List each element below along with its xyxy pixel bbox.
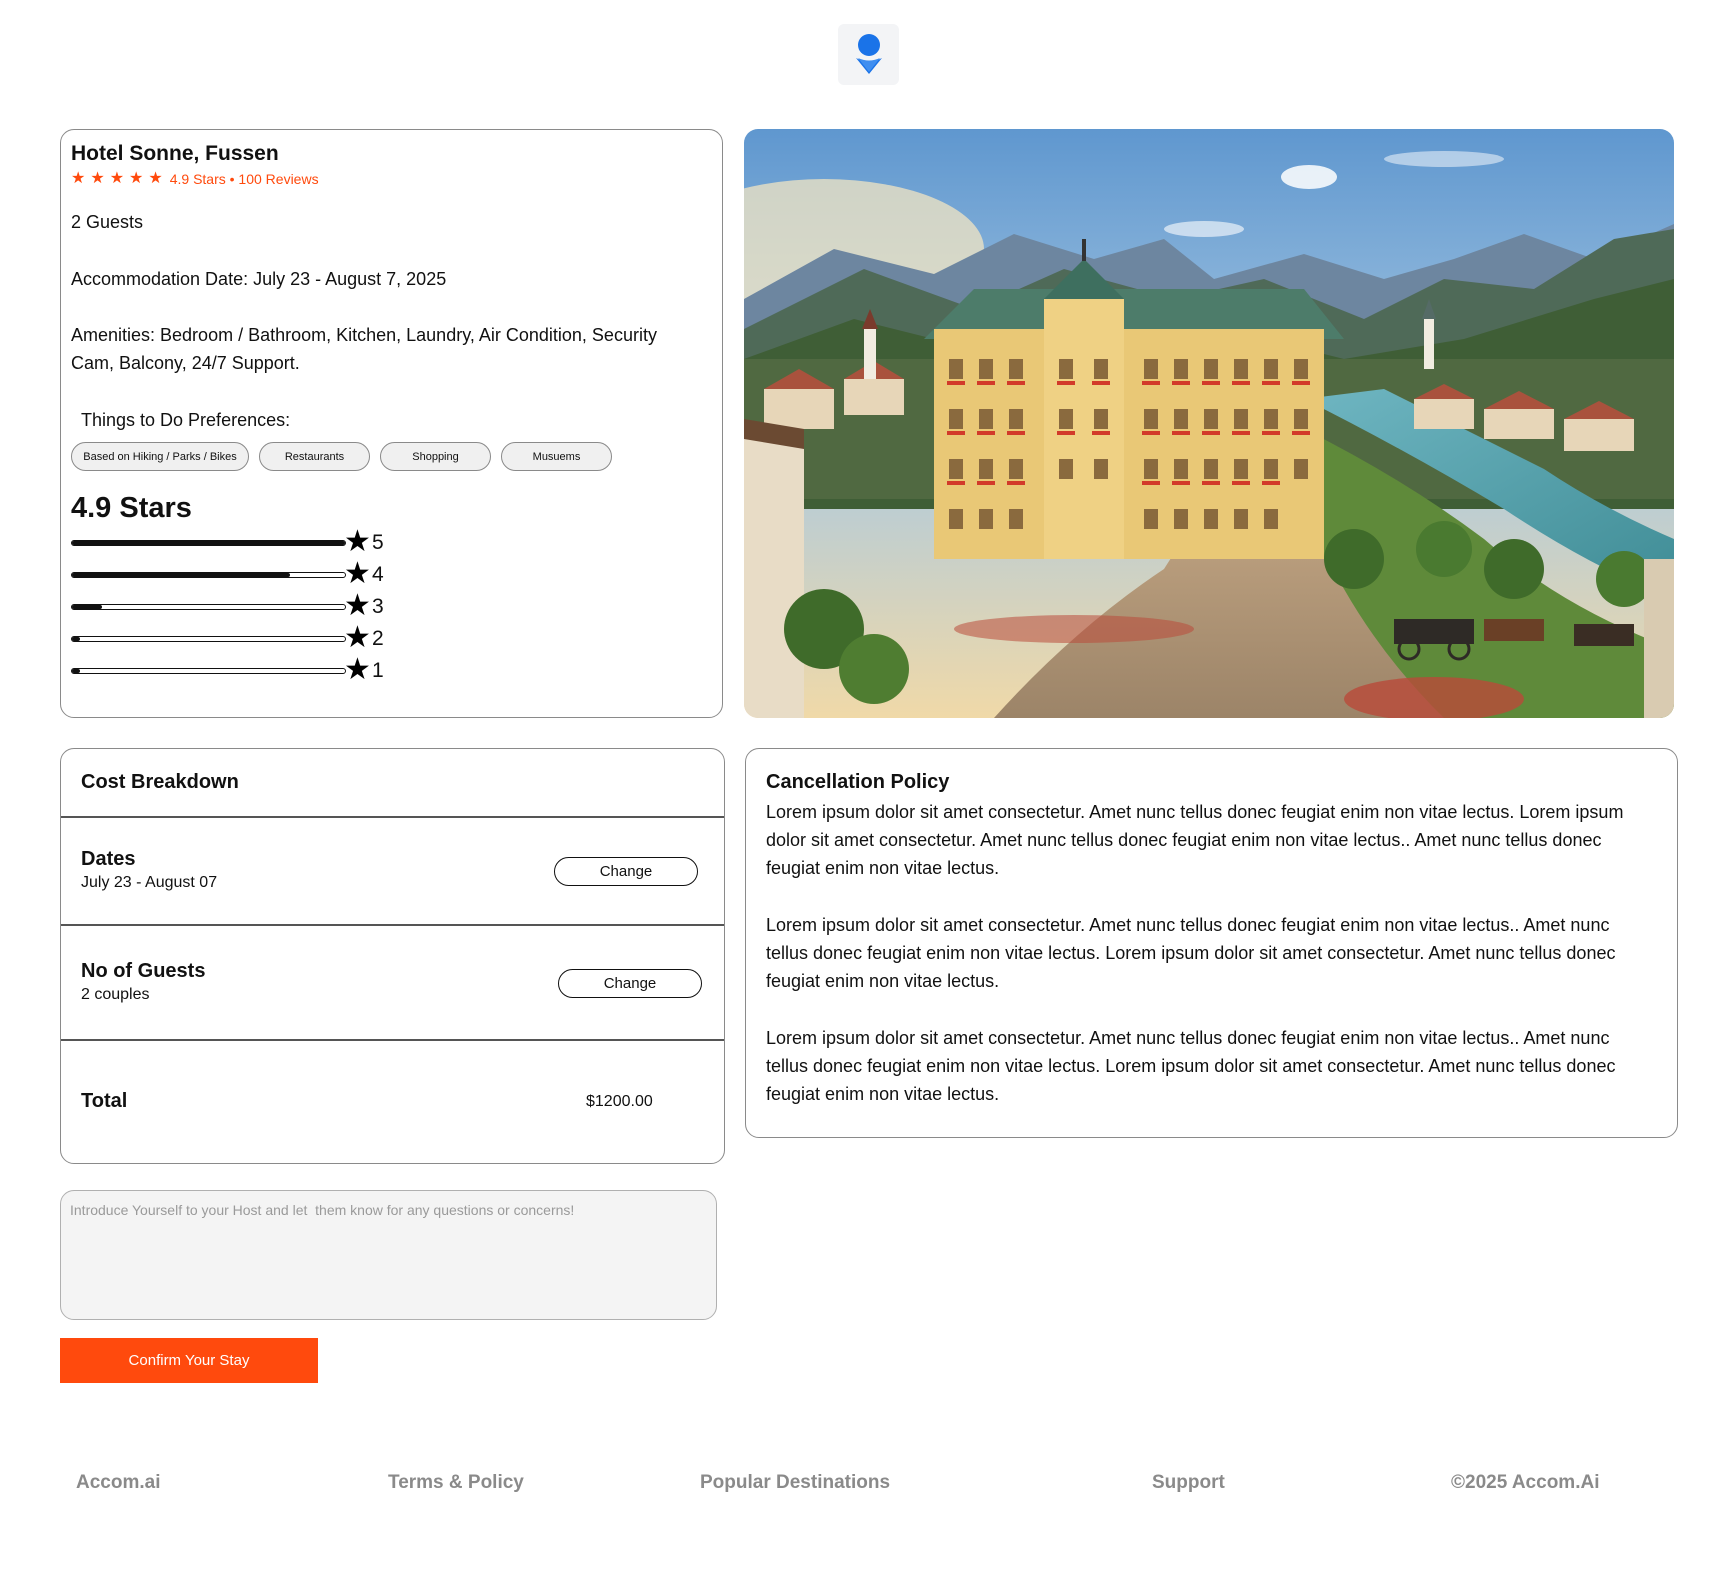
chip-museums[interactable]: Musuems bbox=[501, 442, 612, 471]
star-icon: ★ bbox=[344, 621, 371, 654]
cancellation-paragraph: Lorem ipsum dolor sit amet consectetur. … bbox=[766, 802, 1624, 878]
rating-bar-fill bbox=[72, 605, 103, 609]
star-icon: ★ bbox=[344, 589, 371, 622]
dates-value: July 23 - August 07 bbox=[81, 874, 218, 891]
rating-bar-label: 3 bbox=[372, 595, 384, 618]
footer-brand[interactable]: Accom.ai bbox=[76, 1472, 160, 1494]
cancellation-paragraph: Lorem ipsum dolor sit amet consectetur. … bbox=[766, 915, 1616, 991]
cost-breakdown-title: Cost Breakdown bbox=[81, 771, 239, 793]
guests-label: No of Guests bbox=[81, 960, 206, 982]
chip-hiking[interactable]: Based on Hiking / Parks / Bikes bbox=[71, 442, 249, 471]
accommodation-date: Accommodation Date: July 23 - August 7, … bbox=[71, 269, 447, 289]
guests-value: 2 couples bbox=[81, 986, 150, 1003]
star-icon: ★ bbox=[344, 525, 371, 558]
location-pin-icon bbox=[855, 33, 882, 74]
rating-summary: 4.9 Stars bbox=[71, 492, 192, 524]
star-icon: ★ bbox=[90, 170, 105, 187]
footer-terms-link[interactable]: Terms & Policy bbox=[388, 1472, 524, 1494]
rating-stars: ★ ★ ★ ★ ★ bbox=[71, 171, 168, 187]
preference-chips: Based on Hiking / Parks / Bikes Restaura… bbox=[71, 442, 622, 471]
rating-bar-label: 5 bbox=[372, 531, 384, 554]
rating-bar-track bbox=[71, 540, 346, 546]
cancellation-paragraph: Lorem ipsum dolor sit amet consectetur. … bbox=[766, 1028, 1616, 1104]
cancellation-title: Cancellation Policy bbox=[766, 771, 950, 793]
app-logo[interactable] bbox=[838, 24, 899, 85]
total-value: $1200.00 bbox=[586, 1093, 653, 1110]
star-icon: ★ bbox=[109, 170, 125, 187]
amenities: Amenities: Bedroom / Bathroom, Kitchen, … bbox=[71, 325, 657, 373]
star-icon: ★ bbox=[129, 170, 144, 187]
footer-copyright: ©2025 Accom.Ai bbox=[1451, 1472, 1600, 1493]
rating-bar-track bbox=[71, 668, 346, 674]
total-label: Total bbox=[81, 1090, 128, 1112]
hotel-photo bbox=[744, 129, 1674, 718]
rating-bar-1: ★ 1 bbox=[71, 653, 401, 688]
hotel-info-card: Hotel Sonne, Fussen ★ ★ ★ ★ ★ 4.9 Stars … bbox=[60, 129, 723, 718]
rating-bar-label: 4 bbox=[372, 563, 384, 586]
rating-bar-5: ★ 5 bbox=[71, 525, 401, 560]
rating-bar-fill bbox=[72, 573, 291, 577]
cancellation-policy-card: Cancellation Policy Lorem ipsum dolor si… bbox=[745, 748, 1678, 1138]
change-dates-button[interactable]: Change bbox=[554, 857, 698, 886]
dates-label: Dates bbox=[81, 848, 136, 870]
star-icon: ★ bbox=[71, 170, 86, 187]
rating-bar-3: ★ 3 bbox=[71, 589, 401, 624]
star-icon: ★ bbox=[344, 557, 371, 590]
rating-bar-track bbox=[71, 636, 346, 642]
rating-bar-label: 2 bbox=[372, 627, 384, 650]
star-icon: ★ bbox=[344, 653, 371, 686]
star-icon: ★ bbox=[148, 170, 163, 187]
rating-bar-fill bbox=[72, 541, 345, 545]
host-message-input[interactable] bbox=[60, 1190, 717, 1320]
rating-bar-4: ★ 4 bbox=[71, 557, 401, 592]
rating-bar-track bbox=[71, 572, 346, 578]
rating-bar-fill bbox=[72, 637, 81, 641]
hotel-name: Hotel Sonne, Fussen bbox=[71, 142, 279, 165]
rating-bar-2: ★ 2 bbox=[71, 621, 401, 656]
hotel-rating: ★ ★ ★ ★ ★ 4.9 Stars • 100 Reviews bbox=[71, 171, 319, 188]
rating-bar-track bbox=[71, 604, 346, 610]
divider bbox=[61, 924, 724, 926]
chip-shopping[interactable]: Shopping bbox=[380, 442, 491, 471]
rating-bar-fill bbox=[72, 669, 81, 673]
preferences-title: Things to Do Preferences: bbox=[81, 410, 291, 430]
guests-count: 2 Guests bbox=[71, 212, 144, 232]
rating-bar-label: 1 bbox=[372, 659, 384, 682]
confirm-stay-button[interactable]: Confirm Your Stay bbox=[60, 1338, 318, 1383]
chip-restaurants[interactable]: Restaurants bbox=[259, 442, 370, 471]
change-guests-button[interactable]: Change bbox=[558, 969, 702, 998]
cost-breakdown-card: Cost Breakdown Dates July 23 - August 07… bbox=[60, 748, 725, 1164]
divider bbox=[61, 816, 724, 818]
footer-support-link[interactable]: Support bbox=[1152, 1472, 1225, 1494]
rating-text: 4.9 Stars • 100 Reviews bbox=[169, 171, 319, 187]
footer-destinations-link[interactable]: Popular Destinations bbox=[700, 1472, 890, 1494]
divider bbox=[61, 1039, 724, 1041]
